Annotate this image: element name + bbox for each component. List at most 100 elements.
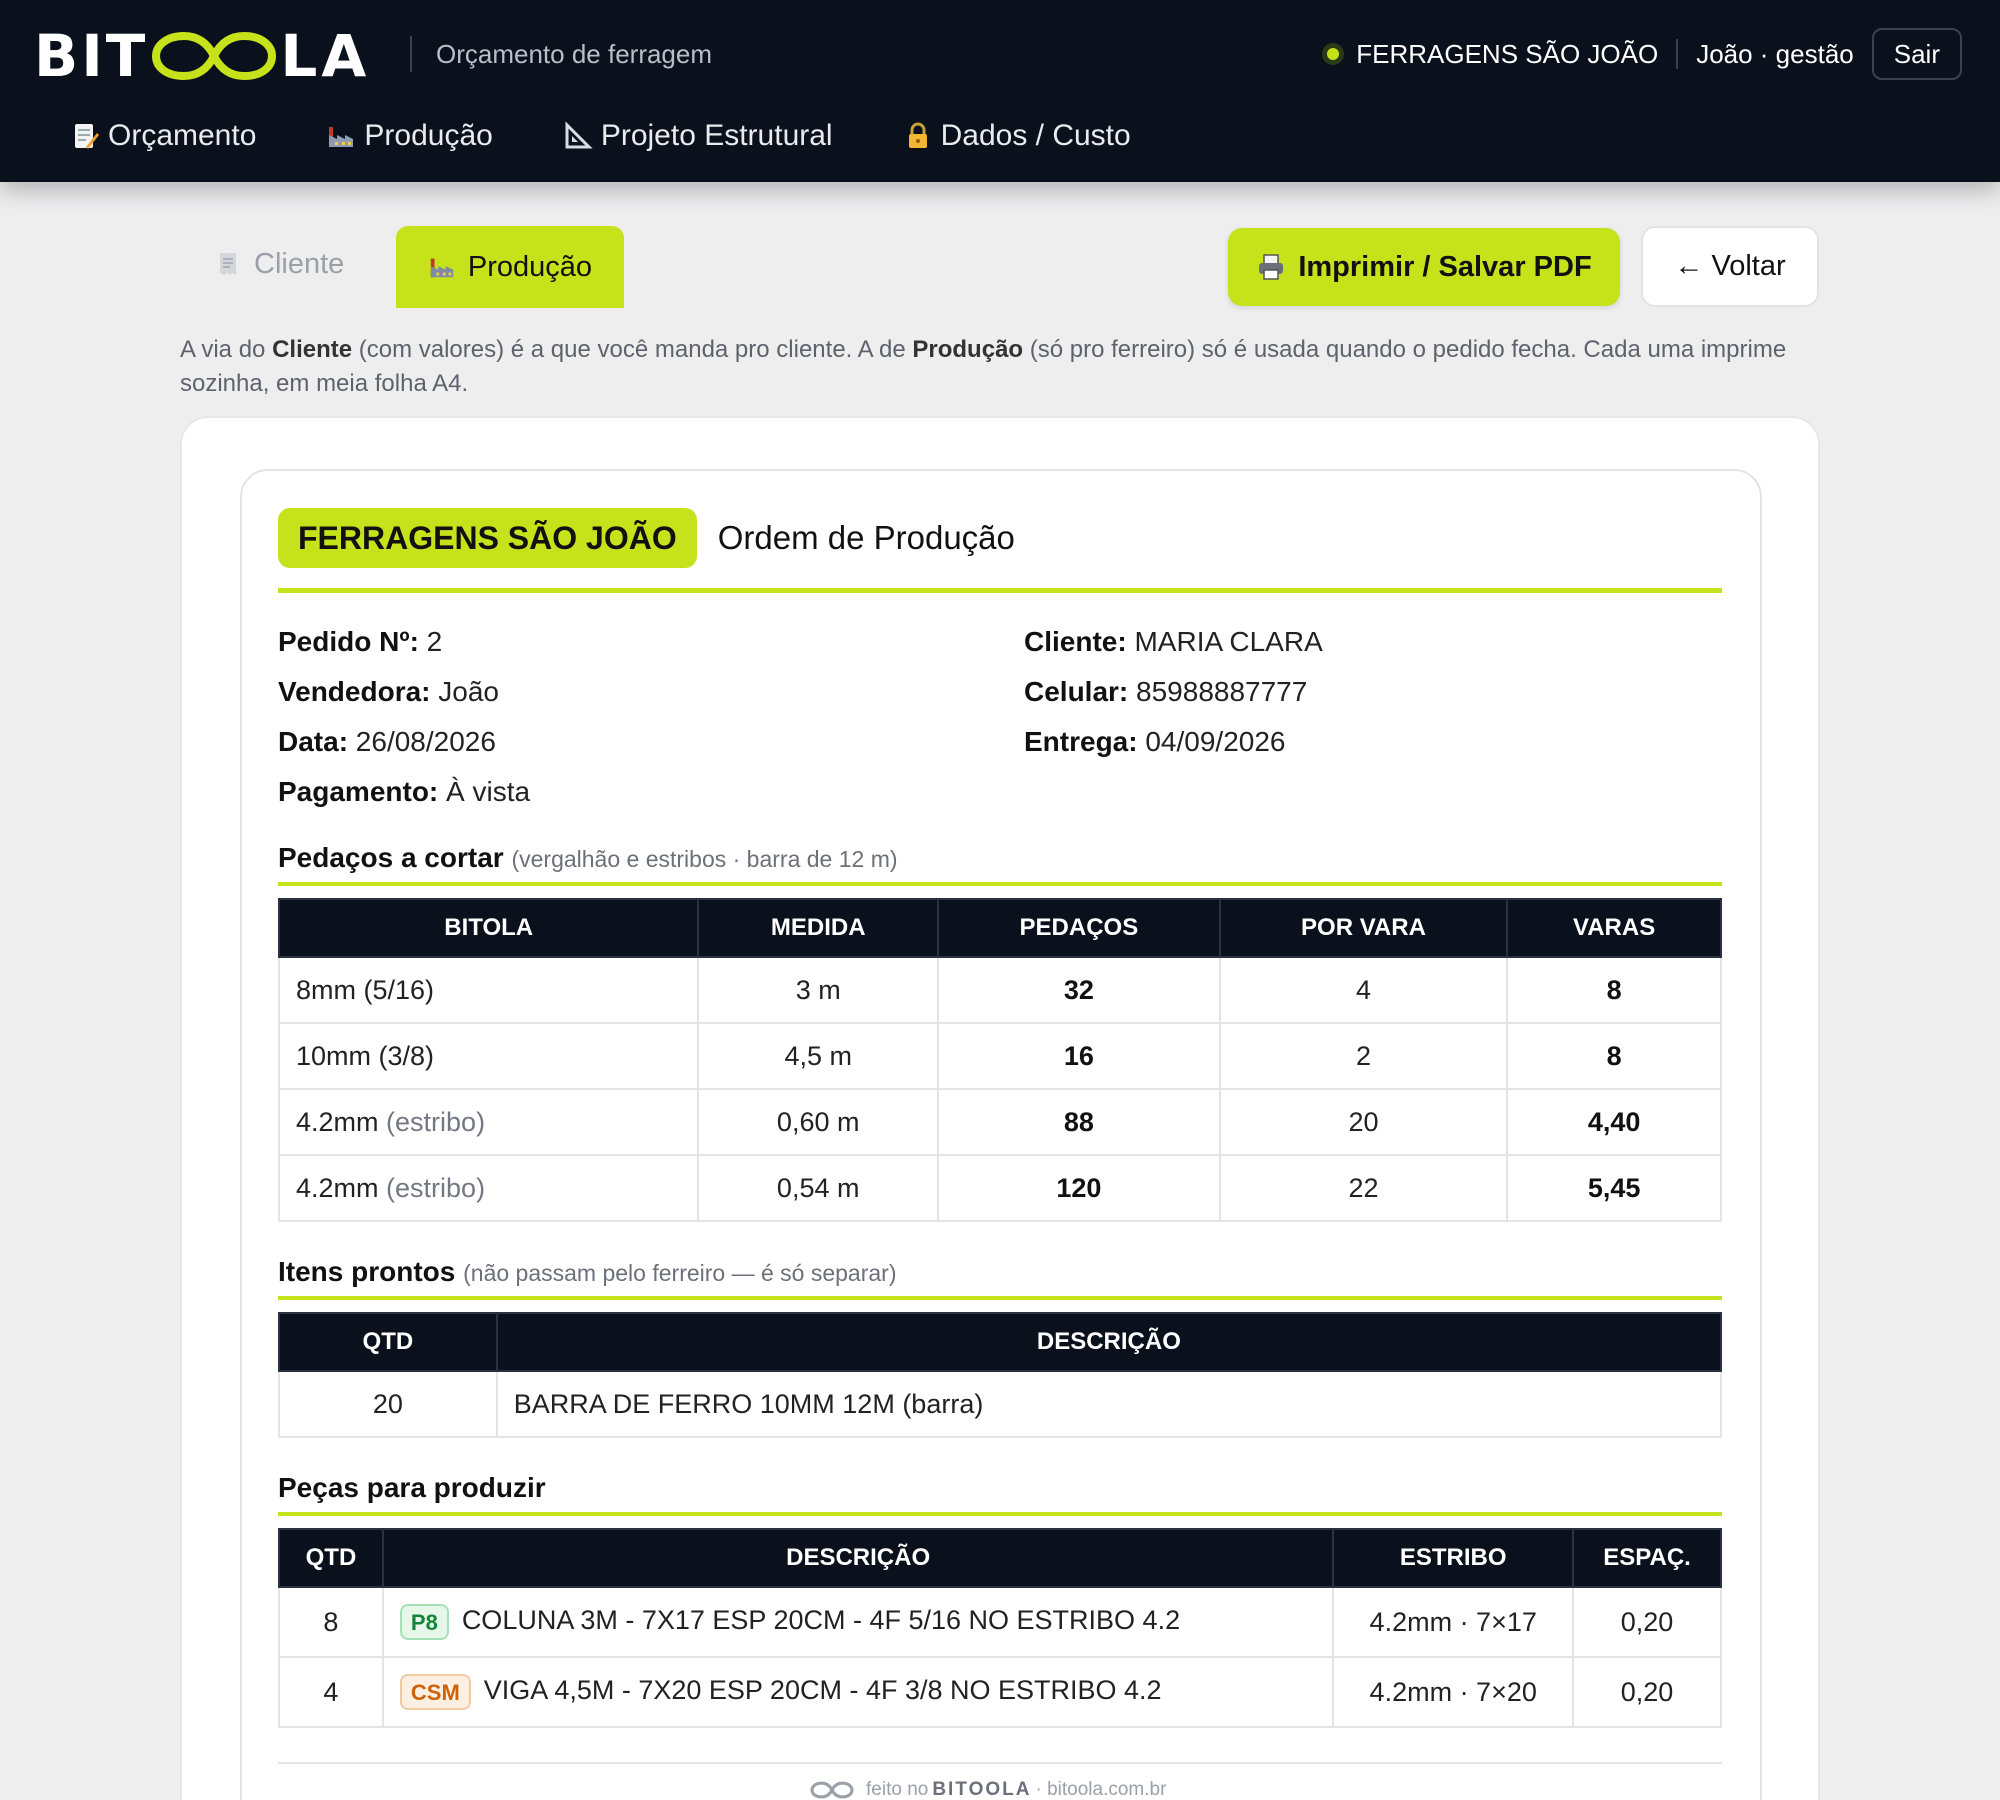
table-row: 4.2mm (estribo) 0,54 m 120 22 5,45 [277, 1154, 1722, 1222]
table-row: 4 CSM VIGA 4,5M - 7X20 ESP 20CM - 4F 3/8 … [278, 1656, 1722, 1728]
field-celular: Celular: 85988887777 [1024, 676, 1308, 707]
cell-medida: 0,54 m [697, 1154, 940, 1222]
tab-cliente[interactable]: Cliente [192, 228, 366, 300]
cell-por-vara: 2 [1218, 1022, 1509, 1090]
footer-brand: BITOOLA [932, 1779, 1032, 1800]
field-pagamento: Pagamento: À vista [278, 776, 531, 807]
company-name: FERRAGENS SÃO JOÃO [1356, 38, 1659, 69]
printer-icon [1259, 254, 1284, 280]
print-button-label: Imprimir / Salvar PDF [1298, 250, 1592, 283]
piece-code-badge: P8 [399, 1604, 449, 1640]
cell-qtd: 4 [278, 1656, 384, 1728]
cell-por-vara: 20 [1218, 1088, 1509, 1156]
col-header: DESCRIÇÃO [495, 1312, 1723, 1372]
table-row: 10mm (3/8) 4,5 m 16 2 8 [277, 1022, 1722, 1090]
cell-pedacos: 32 [937, 956, 1221, 1024]
footer-text: feito no [866, 1779, 929, 1800]
nav-dados-custo[interactable]: Dados / Custo [903, 116, 1131, 156]
factory-icon [430, 258, 454, 278]
cell-varas: 5,45 [1506, 1154, 1722, 1222]
nav-label: Produção [364, 119, 493, 152]
section-rule [278, 1512, 1722, 1516]
memo-icon [75, 124, 99, 149]
field-pedido: Pedido Nº: 2 [278, 626, 443, 657]
app-subtitle: Orçamento de ferragem [436, 39, 713, 69]
help-text: A via do Cliente (com valores) é a que v… [180, 336, 1787, 397]
cell-estribo: 4.2mm · 7×17 [1332, 1586, 1575, 1658]
cell-bitola: 10mm (3/8) [277, 1022, 700, 1090]
cell-varas: 8 [1506, 1022, 1722, 1090]
tab-label: Cliente [254, 247, 345, 280]
cell-por-vara: 4 [1218, 956, 1509, 1024]
tab-producao[interactable]: Produção [396, 226, 624, 308]
field-data: Data: 26/08/2026 [278, 726, 496, 757]
header-divider [410, 36, 412, 72]
table-header-row: QTD DESCRIÇÃO ESTRIBO ESPAÇ. [278, 1528, 1722, 1588]
cell-espac: 0,20 [1572, 1656, 1722, 1728]
col-header: ESPAÇ. [1572, 1528, 1722, 1588]
nav-orcamento[interactable]: Orçamento [70, 116, 256, 156]
cell-pedacos: 88 [937, 1088, 1221, 1156]
cell-medida: 4,5 m [697, 1022, 940, 1090]
section-rule [278, 882, 1722, 886]
col-header: PEDAÇOS [937, 898, 1221, 958]
cell-estribo: 4.2mm · 7×20 [1332, 1656, 1575, 1728]
cell-medida: 3 m [697, 956, 940, 1024]
nav-label: Dados / Custo [940, 119, 1131, 152]
field-vendedora: Vendedora: João [278, 676, 499, 707]
section-pieces-title: Peças para produzir [278, 1472, 546, 1503]
nav-projeto-estrutural[interactable]: Projeto Estrutural [563, 116, 833, 156]
print-pdf-button[interactable]: Imprimir / Salvar PDF [1228, 228, 1620, 306]
footer-rule [278, 1762, 1722, 1764]
main-nav: Orçamento Produção Projeto Estrutural Da… [70, 116, 1201, 156]
piece-code-badge: CSM [399, 1674, 471, 1710]
section-ready-title: Itens prontos (não passam pelo ferreiro … [278, 1256, 897, 1287]
section-rule [278, 1296, 1722, 1300]
nav-producao[interactable]: Produção [326, 116, 493, 156]
table-row: 4.2mm (estribo) 0,60 m 88 20 4,40 [277, 1088, 1722, 1156]
col-header: BITOLA [277, 898, 700, 958]
tab-label: Produção [467, 250, 593, 283]
cell-qtd: 8 [278, 1586, 384, 1658]
cell-pedacos: 120 [937, 1154, 1221, 1222]
table-header-row: BITOLA MEDIDA PEDAÇOS POR VARA VARAS [277, 898, 1722, 958]
logout-button[interactable]: Sair [1871, 28, 1962, 80]
cell-varas: 8 [1506, 956, 1722, 1024]
lock-icon [908, 122, 927, 148]
col-header: DESCRIÇÃO [381, 1528, 1335, 1588]
cell-bitola: 4.2mm (estribo) [277, 1154, 700, 1222]
top-header: BIT LA Orçamento de ferragem FERRAGENS S… [0, 0, 2000, 182]
company-badge: FERRAGENS SÃO JOÃO [278, 508, 697, 568]
infinity-logo-icon [152, 31, 277, 81]
cuts-table: BITOLA MEDIDA PEDAÇOS POR VARA VARAS 8mm… [277, 898, 1722, 1222]
cell-bitola: 8mm (5/16) [277, 956, 700, 1024]
col-header: POR VARA [1218, 898, 1509, 958]
col-header: ESTRIBO [1332, 1528, 1575, 1588]
bitoola-logo[interactable]: BIT LA [34, 22, 370, 90]
cell-medida: 0,60 m [697, 1088, 940, 1156]
table-row: 20 BARRA DE FERRO 10MM 12M (barra) [278, 1370, 1723, 1438]
section-cuts-title: Pedaços a cortar (vergalhão e estribos ·… [278, 842, 898, 873]
table-header-row: QTD DESCRIÇÃO [278, 1312, 1723, 1372]
doc-footer: feito no BITOOLA · bitoola.com.br [810, 1779, 1166, 1800]
col-header: MEDIDA [697, 898, 940, 958]
online-status-icon [1322, 43, 1345, 65]
col-header: VARAS [1506, 898, 1722, 958]
infinity-logo-icon [810, 1781, 854, 1799]
user-name: João · gestão [1696, 38, 1854, 69]
table-row: 8mm (5/16) 3 m 32 4 8 [277, 956, 1722, 1024]
cell-descricao: P8 COLUNA 3M - 7X17 ESP 20CM - 4F 5/16 NO… [381, 1586, 1335, 1658]
cell-descricao: BARRA DE FERRO 10MM 12M (barra) [495, 1370, 1723, 1438]
cell-qtd: 20 [278, 1370, 498, 1438]
pieces-table: QTD DESCRIÇÃO ESTRIBO ESPAÇ. 8 P8 COLUNA … [278, 1528, 1722, 1728]
field-cliente: Cliente: MARIA CLARA [1024, 626, 1323, 657]
doc-title: Ordem de Produção [717, 519, 1015, 556]
field-entrega: Entrega: 04/09/2026 [1024, 726, 1286, 757]
header-account-area: FERRAGENS SÃO JOÃO João · gestão Sair [1322, 28, 1962, 80]
back-button[interactable]: ← Voltar [1641, 226, 1819, 307]
footer-link[interactable]: · bitoola.com.br [1035, 1779, 1166, 1800]
factory-icon [329, 127, 354, 147]
header-rule [278, 588, 1722, 593]
receipt-icon [220, 253, 236, 275]
logo-text-left: BIT [34, 22, 149, 90]
